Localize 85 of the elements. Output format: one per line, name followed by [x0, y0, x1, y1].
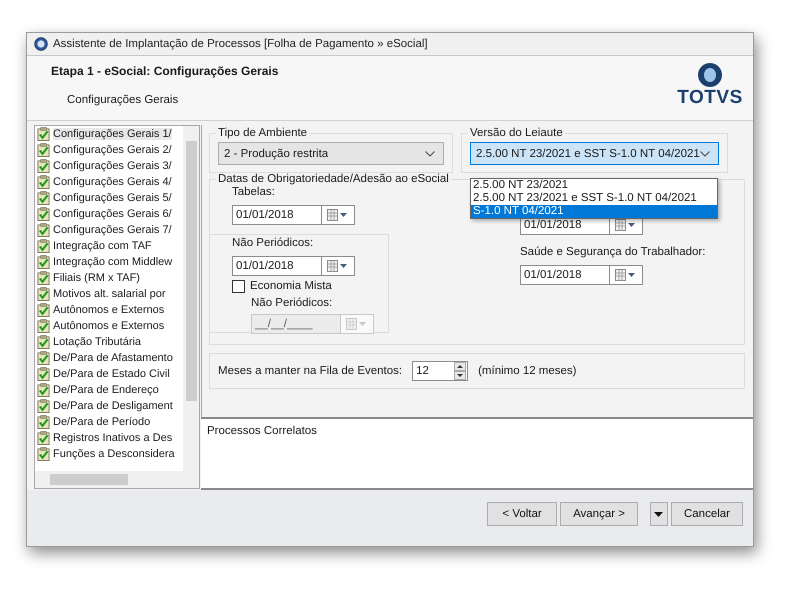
date-value: 01/01/2018: [523, 218, 583, 233]
step-item[interactable]: Integração com TAF: [35, 238, 184, 254]
step-label: Configurações Gerais 1/: [53, 128, 172, 140]
dropdown-option[interactable]: S-1.0 NT 04/2021: [471, 205, 717, 218]
date-value: 01/01/2018: [235, 259, 295, 274]
date-value: 01/01/2018: [523, 268, 583, 283]
dropdown-option[interactable]: 2.5.00 NT 23/2021 e SST S-1.0 NT 04/2021: [471, 192, 717, 205]
step-item[interactable]: Configurações Gerais 2/: [35, 142, 184, 158]
environment-dropdown[interactable]: 2 - Produção restrita: [218, 142, 444, 165]
field-label: Não Periódicos:: [251, 297, 332, 311]
step-label: De/Para de Período: [53, 416, 150, 428]
horizontal-scrollbar[interactable]: [35, 471, 199, 488]
field-label: Não Periódicos:: [232, 237, 314, 251]
step-label: Registros Inativos a Des: [53, 432, 172, 444]
checkbox-label: Economia Mista: [250, 280, 332, 292]
group-label: Tipo de Ambiente: [217, 127, 308, 139]
caret-icon: [654, 512, 664, 516]
date-field[interactable]: 01/01/2018: [520, 265, 643, 285]
spinner-value: 12: [416, 365, 429, 377]
step-label: De/Para de Estado Civil: [53, 368, 170, 380]
step-item[interactable]: Registros Inativos a Des: [35, 430, 184, 446]
step-label: Filiais (RM x TAF): [53, 272, 140, 284]
step-item[interactable]: De/Para de Desligament: [35, 398, 184, 414]
spinner-arrows-icon[interactable]: [454, 362, 466, 380]
step-item[interactable]: Configurações Gerais 7/: [35, 222, 184, 238]
step-item[interactable]: Lotação Tributária: [35, 334, 184, 350]
step-label: Configurações Gerais 2/: [53, 144, 172, 156]
step-label: Autônomos e Externos: [53, 320, 164, 332]
app-icon: [34, 37, 48, 51]
step-label: Integração com Middlew: [53, 256, 172, 268]
menu-button[interactable]: [650, 502, 668, 526]
step-label: Autônomos e Externos: [53, 304, 164, 316]
date-field[interactable]: 01/01/2018: [232, 205, 355, 225]
step-item[interactable]: Configurações Gerais 6/: [35, 206, 184, 222]
dropdown-option[interactable]: 2.5.00 NT 23/2021: [471, 179, 717, 192]
step-item[interactable]: De/Para de Estado Civil: [35, 366, 184, 382]
step-label: Configurações Gerais 5/: [53, 192, 172, 204]
step-item[interactable]: De/Para de Período: [35, 414, 184, 430]
date-field[interactable]: 01/01/2018: [232, 256, 355, 276]
months-spinner[interactable]: 12: [412, 361, 468, 381]
step-label: De/Para de Afastamento: [53, 352, 173, 364]
wizard-button[interactable]: < Voltar: [487, 502, 558, 526]
step-item[interactable]: Autônomos e Externos: [35, 302, 184, 318]
step-label: Configurações Gerais 4/: [53, 176, 172, 188]
chevron-down-icon: [425, 150, 435, 156]
logo-icon: [695, 62, 725, 88]
checkbox[interactable]: [232, 280, 245, 292]
step-item[interactable]: Configurações Gerais 5/: [35, 190, 184, 206]
step-label: Integração com TAF: [53, 240, 152, 252]
date-value: 01/01/2018: [235, 208, 295, 223]
step-item[interactable]: Configurações Gerais 1/: [35, 126, 184, 142]
panel-title: Processos Correlatos: [207, 425, 317, 438]
window-title: Assistente de Implantação de Processos [Folha de Pagamento » eSocial]: [53, 38, 428, 50]
step-item[interactable]: De/Para de Afastamento: [35, 350, 184, 366]
step-label: De/Para de Endereço: [53, 384, 159, 396]
step-label: Motivos alt. salarial por: [53, 288, 166, 300]
step-label: Configurações Gerais 6/: [53, 208, 172, 220]
chevron-down-icon: [700, 150, 710, 156]
step-label: De/Para de Desligament: [53, 400, 173, 412]
field-label: Tabelas:: [232, 186, 275, 200]
group-label: Versão do Leiaute: [469, 127, 564, 139]
step-title: Etapa 1 - eSocial: Configurações Gerais: [51, 64, 278, 78]
step-label: Funções a Desconsidera: [53, 448, 175, 460]
step-label: Configurações Gerais 3/: [53, 160, 172, 172]
wizard-button[interactable]: Cancelar: [670, 502, 743, 526]
step-item[interactable]: Integração com Middlew: [35, 254, 184, 270]
field-label: Meses a manter na Fila de Eventos:: [218, 365, 402, 377]
group-label: Datas de Obrigatoriedade/Adesão ao eSocial: [217, 173, 450, 185]
step-label: Lotação Tributária: [53, 336, 142, 348]
step-item[interactable]: Funções a Desconsidera: [35, 446, 184, 462]
field-label: Saúde e Segurança do Trabalhador:: [520, 246, 706, 260]
step-subtitle: Configurações Gerais: [67, 94, 180, 106]
layout-version-dropdown[interactable]: 2.5.00 NT 23/2021 e SST S-1.0 NT 04/2021: [470, 142, 719, 165]
step-item[interactable]: Motivos alt. salarial por: [35, 286, 184, 302]
step-item[interactable]: Autônomos e Externos: [35, 318, 184, 334]
vertical-scrollbar[interactable]: [183, 126, 199, 472]
step-item[interactable]: Filiais (RM x TAF): [35, 270, 184, 286]
wizard-button[interactable]: Avançar >: [560, 502, 638, 526]
step-label: Configurações Gerais 7/: [53, 224, 172, 236]
step-item[interactable]: De/Para de Endereço: [35, 382, 184, 398]
logo-text: TOTVS: [677, 88, 743, 108]
date-placeholder: __/__/____: [254, 317, 314, 332]
hint-text: (mínimo 12 meses): [478, 365, 577, 377]
step-item[interactable]: Configurações Gerais 4/: [35, 174, 184, 190]
step-item[interactable]: Configurações Gerais 3/: [35, 158, 184, 174]
